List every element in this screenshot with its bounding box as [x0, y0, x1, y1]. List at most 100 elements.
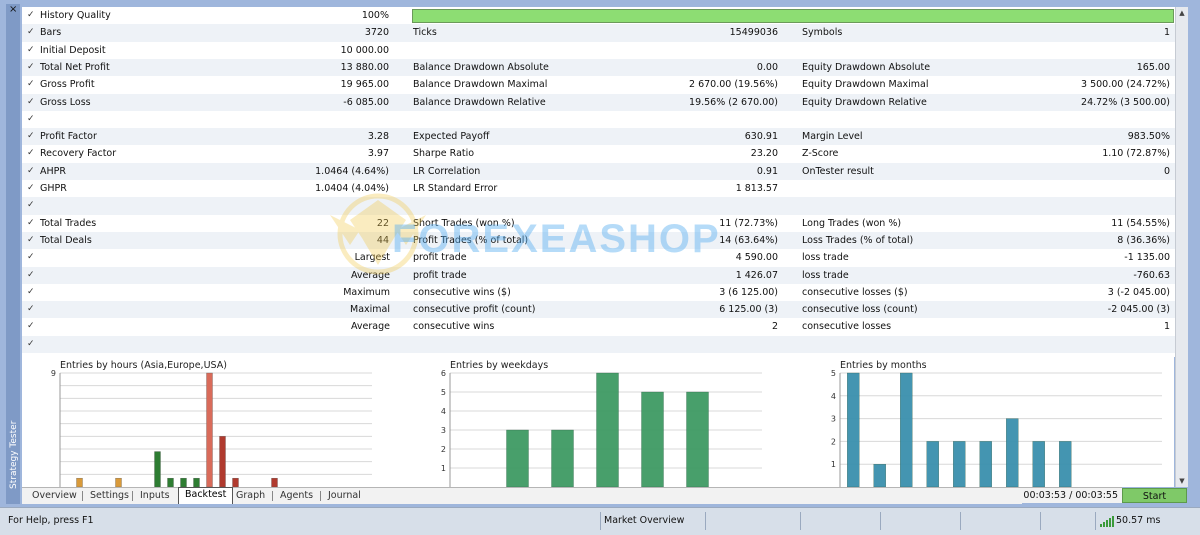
- table-row: ✓: [22, 335, 1188, 353]
- row-value: 13 880.00: [340, 61, 389, 73]
- tab-overview[interactable]: Overview: [26, 489, 83, 503]
- start-button[interactable]: Start: [1122, 488, 1187, 503]
- table-row: ✓ Average consecutive wins 2 consecutive los…: [22, 318, 1188, 335]
- row-label-3: consecutive losses ($): [802, 286, 908, 298]
- row-value: 3.28: [367, 131, 389, 143]
- table-row: ✓ Total Trades 22 Short Trades (won %) 11 (7…: [22, 215, 1188, 232]
- row-label-2: Balance Drawdown Absolute: [413, 61, 549, 73]
- row-label-3: loss trade: [802, 269, 849, 281]
- bar: [76, 477, 83, 487]
- y-tick-label: 5: [831, 369, 836, 378]
- row-label-3: consecutive loss (count): [802, 304, 918, 316]
- y-tick-label: 2: [441, 445, 446, 454]
- status-market-overview[interactable]: Market Overview: [604, 512, 684, 530]
- row-label: Maximum: [343, 286, 390, 298]
- row-check-icon: ✓: [27, 113, 35, 124]
- scroll-down-icon[interactable]: ▼: [1177, 476, 1187, 486]
- bar: [167, 477, 174, 487]
- row-label: Average: [350, 269, 390, 281]
- table-row: ✓ Gross Loss -6 085.00 Balance Drawdown Rel…: [22, 93, 1188, 111]
- bar: [979, 441, 992, 487]
- chart-title: Entries by weekdays: [450, 360, 548, 371]
- bar: [847, 372, 860, 487]
- row-label: AHPR: [40, 165, 66, 177]
- row-check-icon: ✓: [27, 183, 35, 193]
- row-label-3: Equity Drawdown Relative: [802, 96, 927, 108]
- panel-title-text: Strategy Tester: [9, 420, 19, 489]
- row-value-2: 0.00: [756, 61, 778, 73]
- table-row: ✓ Average profit trade 1 426.07 loss trade -7…: [22, 266, 1188, 284]
- row-value-2: 6 125.00 (3): [719, 304, 778, 316]
- row-value-3: 11 (54.55%): [1111, 217, 1170, 229]
- row-label-3: OnTester result: [802, 165, 874, 177]
- history-quality-bar: [412, 9, 1174, 23]
- row-label-3: Z-Score: [802, 148, 839, 160]
- status-bar: For Help, press F1 Market Overview 50.57…: [0, 507, 1200, 535]
- row-value-3: 24.72% (3 500.00): [1081, 96, 1170, 108]
- row-check-icon: ✓: [27, 61, 35, 72]
- bar: [873, 464, 886, 487]
- row-check-icon: ✓: [27, 321, 35, 332]
- row-value: 22: [376, 217, 389, 229]
- row-label: Gross Loss: [40, 96, 91, 108]
- entries-charts: Entries by hours (Asia,Europe,USA) 9 Entri…: [51, 360, 1162, 487]
- row-value-2: 630.91: [744, 131, 778, 143]
- row-label-2: Expected Payoff: [413, 131, 490, 143]
- bar: [1059, 441, 1072, 487]
- tab-settings[interactable]: Settings: [84, 489, 135, 503]
- table-row: ✓ Recovery Factor 3.97 Sharpe Ratio 23.20 Z-S…: [22, 145, 1188, 162]
- row-value: 3.97: [367, 148, 389, 160]
- table-row: ✓: [22, 111, 1188, 128]
- row-value: 19 965.00: [340, 79, 389, 91]
- y-tick-label: 3: [441, 426, 446, 435]
- table-row: ✓ Total Deals 44 Profit Trades (% of total)…: [22, 231, 1188, 250]
- row-value: 100%: [361, 10, 389, 21]
- bar: [953, 441, 966, 487]
- bar: [206, 372, 213, 487]
- row-value-2: 3 (6 125.00): [719, 286, 778, 298]
- row-label: Maximal: [350, 304, 390, 316]
- y-tick-label: 5: [441, 388, 446, 397]
- row-value: 1.0464 (4.64%): [315, 165, 389, 177]
- bar: [232, 477, 239, 487]
- panel-vertical-title: Strategy Tester: [6, 420, 20, 496]
- row-label-2: LR Standard Error: [413, 183, 498, 194]
- row-label-2: LR Correlation: [413, 165, 481, 177]
- table-row: ✓ Initial Deposit 10 000.00: [22, 42, 1188, 59]
- row-value-2: 23.20: [750, 148, 778, 160]
- table-row: ✓: [22, 197, 1188, 215]
- bar: [219, 436, 226, 487]
- row-label: Recovery Factor: [40, 148, 117, 160]
- row-label: Gross Profit: [40, 79, 95, 91]
- row-value: 1.0404 (4.04%): [315, 183, 389, 194]
- charts-area: Entries by hours (Asia,Europe,USA) 9 Entri…: [22, 357, 1174, 487]
- row-value-2: 0.91: [756, 165, 778, 177]
- scroll-up-icon[interactable]: ▲: [1177, 8, 1187, 18]
- tab-graph[interactable]: Graph: [230, 489, 271, 503]
- row-label: Bars: [40, 27, 62, 39]
- row-value-2: 11 (72.73%): [719, 217, 778, 229]
- bar: [1006, 418, 1019, 487]
- row-check-icon: ✓: [27, 10, 35, 20]
- table-row: ✓ Largest profit trade 4 590.00 loss trade -1…: [22, 249, 1188, 266]
- row-value-3: -2 045.00 (3): [1107, 304, 1170, 316]
- row-label-3: loss trade: [802, 252, 849, 264]
- vertical-scrollbar[interactable]: ▲ ▼: [1175, 7, 1188, 487]
- tab-agents[interactable]: Agents: [274, 489, 319, 503]
- row-label-2: profit trade: [413, 269, 467, 281]
- row-value: 3720: [364, 27, 389, 39]
- row-label-2: Profit Trades (% of total): [413, 234, 529, 246]
- connection-signal-icon: [1100, 512, 1114, 530]
- row-check-icon: ✓: [27, 286, 35, 297]
- y-tick-label: 1: [441, 464, 446, 473]
- bar: [900, 372, 913, 487]
- row-label-3: consecutive losses: [802, 321, 892, 333]
- tab-journal[interactable]: Journal: [322, 489, 367, 503]
- bar: [1032, 441, 1045, 487]
- close-icon[interactable]: ×: [9, 5, 18, 15]
- tab-backtest[interactable]: Backtest: [178, 487, 234, 504]
- row-value-3: 983.50%: [1127, 131, 1170, 143]
- row-value-3: -1 135.00: [1124, 252, 1170, 264]
- tab-inputs[interactable]: Inputs: [134, 489, 176, 503]
- table-row: ✓ GHPR 1.0404 (4.04%) LR Standard Error 1 81…: [22, 180, 1188, 197]
